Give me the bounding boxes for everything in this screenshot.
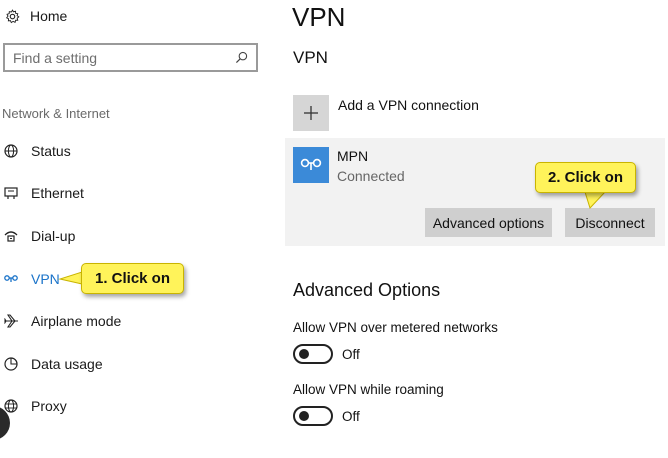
section-title: VPN (293, 48, 328, 67)
vpn-connection-status: Connected (337, 168, 405, 184)
sidebar-item-dialup[interactable]: Dial-up (3, 224, 75, 248)
advanced-options-button[interactable]: Advanced options (425, 208, 552, 237)
callout1-pointer (58, 271, 83, 285)
vpn-connection-name: MPN (337, 148, 369, 164)
gear-icon (4, 8, 20, 24)
sidebar-item-ethernet[interactable]: Ethernet (3, 181, 84, 205)
callout-step-2: 2. Click on (535, 162, 636, 193)
sidebar-item-label: Status (31, 143, 71, 159)
sidebar-item-proxy[interactable]: Proxy (3, 394, 67, 418)
add-vpn-connection[interactable]: Add a VPN connection (293, 95, 479, 131)
roaming-toggle[interactable] (293, 406, 333, 426)
roaming-toggle-state: Off (342, 408, 360, 424)
plus-icon[interactable] (293, 95, 329, 131)
search-box[interactable] (3, 43, 258, 72)
sidebar-item-airplane-mode[interactable]: Airplane mode (3, 309, 121, 333)
ethernet-icon (3, 185, 19, 201)
sidebar-item-label: Dial-up (31, 228, 76, 244)
metered-toggle-state: Off (342, 346, 360, 362)
search-input[interactable] (5, 49, 230, 66)
toggle-knob (299, 411, 309, 421)
roaming-option-label: Allow VPN while roaming (293, 382, 444, 397)
disconnect-button[interactable]: Disconnect (565, 208, 655, 237)
vpn-connection-icon (293, 147, 329, 183)
sidebar-item-status[interactable]: Status (3, 139, 71, 163)
sidebar-item-label: Ethernet (31, 185, 84, 201)
sidebar-item-vpn[interactable]: VPN (3, 267, 60, 291)
advanced-options-heading: Advanced Options (293, 280, 441, 300)
home-link[interactable]: Home (4, 6, 67, 26)
sidebar-item-label: Data usage (31, 356, 103, 372)
dialup-icon (3, 228, 19, 244)
data-usage-icon (3, 356, 19, 372)
metered-toggle[interactable] (293, 344, 333, 364)
search-icon[interactable] (230, 47, 252, 69)
section-heading: Network & Internet (2, 106, 110, 121)
home-label: Home (30, 8, 68, 24)
globe-status-icon (3, 143, 19, 159)
vpn-icon (3, 271, 19, 287)
sidebar-item-label: VPN (31, 271, 60, 287)
add-vpn-label: Add a VPN connection (338, 97, 479, 113)
sidebar-item-data-usage[interactable]: Data usage (3, 352, 103, 376)
sidebar-item-label: Proxy (31, 398, 67, 414)
roaming-toggle-row[interactable]: Off (293, 406, 360, 426)
airplane-icon (3, 313, 19, 329)
metered-option-label: Allow VPN over metered networks (293, 320, 498, 335)
page-title: VPN (292, 2, 346, 32)
toggle-knob (299, 349, 309, 359)
callout-step-1: 1. Click on (81, 263, 184, 294)
metered-toggle-row[interactable]: Off (293, 344, 360, 364)
sidebar-item-label: Airplane mode (31, 313, 122, 329)
